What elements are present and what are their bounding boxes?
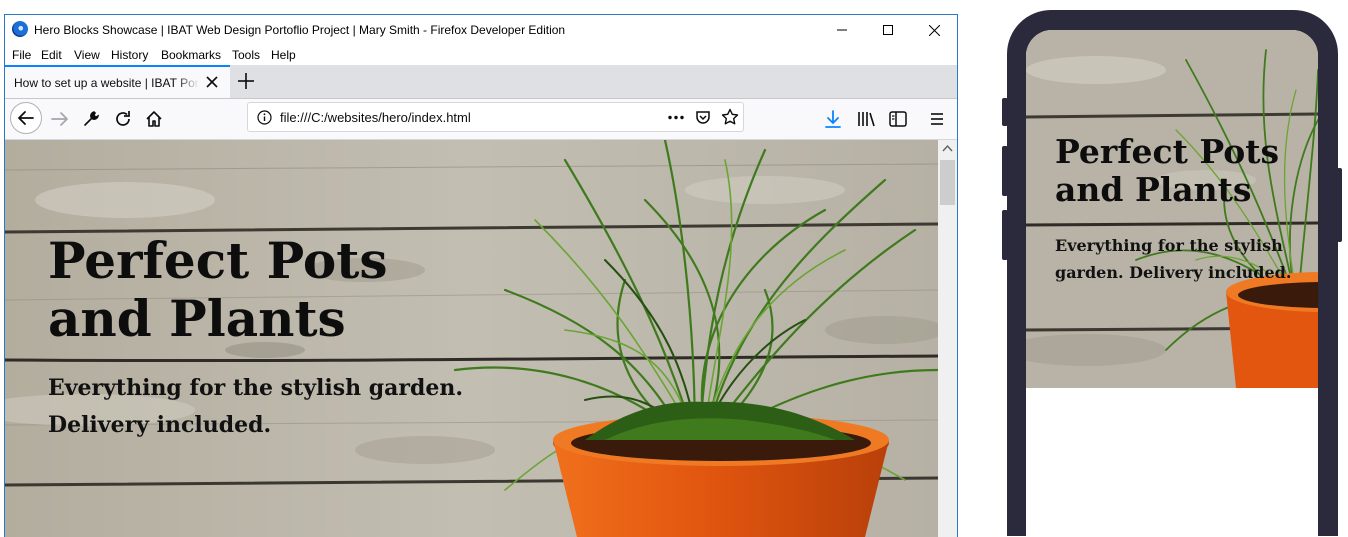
phone-hero-subtitle: Everything for the stylish garden. Deliv… bbox=[1055, 236, 1292, 282]
firefox-logo-icon bbox=[12, 21, 28, 37]
close-window-button[interactable] bbox=[911, 15, 957, 45]
library-icon[interactable] bbox=[856, 109, 876, 129]
navigation-toolbar: file:///C:/websites/hero/index.html bbox=[5, 99, 957, 140]
vertical-scrollbar[interactable] bbox=[938, 140, 957, 537]
url-text[interactable]: file:///C:/websites/hero/index.html bbox=[280, 110, 471, 125]
menu-bar: File Edit View History Bookmarks Tools H… bbox=[5, 45, 957, 65]
tab-active[interactable]: How to set up a website | IBAT Portfolio bbox=[5, 65, 230, 98]
url-bar[interactable]: file:///C:/websites/hero/index.html bbox=[247, 102, 744, 132]
phone-hero-background-image bbox=[1026, 30, 1318, 388]
phone-hero-title: Perfect Pots and Plants bbox=[1055, 132, 1280, 209]
menu-history[interactable]: History bbox=[111, 48, 148, 62]
scrollbar-thumb[interactable] bbox=[940, 160, 955, 205]
phone-hero-block: Perfect Pots and Plants Everything for t… bbox=[1026, 30, 1318, 388]
wrench-icon[interactable] bbox=[81, 109, 101, 129]
back-icon bbox=[18, 111, 34, 125]
download-icon[interactable] bbox=[823, 109, 843, 129]
hero-subtitle: Everything for the stylish garden. Deliv… bbox=[48, 375, 464, 438]
page-viewport: Perfect Pots and Plants Everything for t… bbox=[5, 140, 938, 537]
minimize-icon bbox=[837, 29, 847, 31]
maximize-icon bbox=[883, 25, 893, 35]
hero-block: Perfect Pots and Plants Everything for t… bbox=[5, 140, 938, 537]
browser-window: Hero Blocks Showcase | IBAT Web Design P… bbox=[4, 14, 958, 537]
menu-icon[interactable] bbox=[927, 109, 947, 129]
menu-help[interactable]: Help bbox=[271, 48, 296, 62]
reload-icon[interactable] bbox=[113, 109, 133, 129]
title-bar: Hero Blocks Showcase | IBAT Web Design P… bbox=[5, 15, 957, 45]
minimize-button[interactable] bbox=[819, 15, 865, 45]
menu-edit[interactable]: Edit bbox=[41, 48, 62, 62]
home-icon[interactable] bbox=[144, 109, 164, 129]
bookmark-star-icon[interactable] bbox=[721, 108, 739, 126]
menu-file[interactable]: File bbox=[12, 48, 31, 62]
tab-close-icon[interactable] bbox=[205, 75, 219, 89]
phone-screen: Perfect Pots and Plants Everything for t… bbox=[1026, 30, 1318, 536]
back-button[interactable] bbox=[10, 102, 42, 134]
hero-title: Perfect Pots and Plants bbox=[48, 231, 388, 348]
page-actions-icon[interactable] bbox=[667, 110, 685, 125]
forward-icon[interactable] bbox=[50, 109, 70, 129]
scroll-up-arrow-icon[interactable] bbox=[942, 144, 953, 152]
maximize-button[interactable] bbox=[865, 15, 911, 45]
phone-frame: Perfect Pots and Plants Everything for t… bbox=[1007, 10, 1338, 536]
tab-label: How to set up a website | IBAT Portfolio bbox=[14, 76, 199, 90]
info-icon[interactable] bbox=[257, 110, 272, 125]
pocket-icon[interactable] bbox=[695, 109, 711, 125]
close-icon bbox=[928, 24, 940, 36]
tab-strip: How to set up a website | IBAT Portfolio bbox=[5, 65, 957, 99]
new-tab-icon[interactable] bbox=[236, 71, 256, 91]
menu-bookmarks[interactable]: Bookmarks bbox=[161, 48, 221, 62]
window-title: Hero Blocks Showcase | IBAT Web Design P… bbox=[34, 23, 566, 37]
sidebar-icon[interactable] bbox=[888, 109, 908, 129]
menu-tools[interactable]: Tools bbox=[232, 48, 260, 62]
menu-view[interactable]: View bbox=[74, 48, 100, 62]
